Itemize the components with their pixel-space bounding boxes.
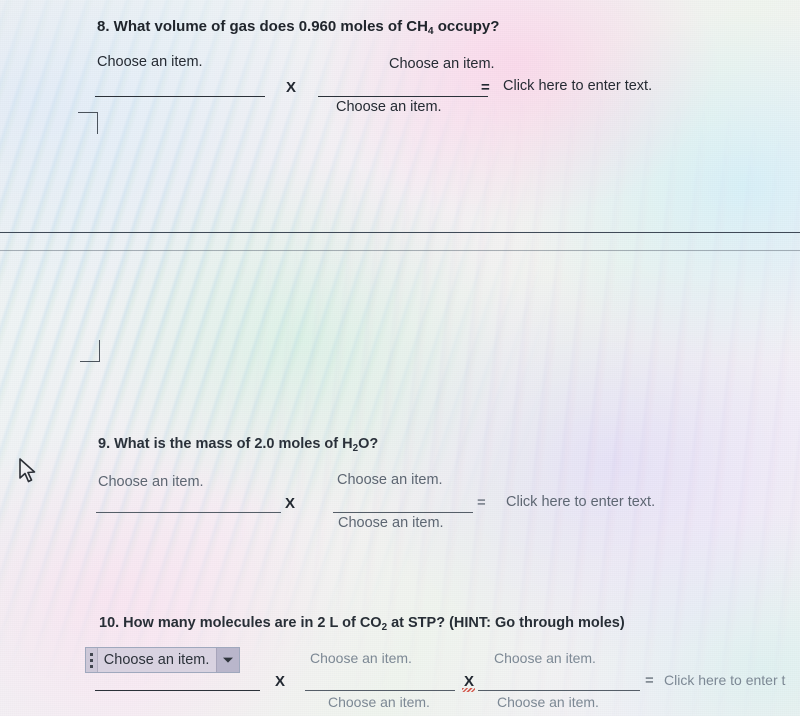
- q10-numerator-mid-placeholder[interactable]: Choose an item.: [310, 650, 412, 666]
- q8-denominator-right-placeholder[interactable]: Choose an item.: [336, 99, 442, 115]
- section-break-line-lower: [0, 250, 800, 251]
- q10-multiply-operator-1: X: [275, 673, 286, 690]
- q9-fraction-rule-left: [96, 512, 281, 513]
- spellcheck-squiggle: [462, 688, 475, 692]
- q10-equals-operator: =: [645, 672, 654, 689]
- q9-numerator-right-placeholder[interactable]: Choose an item.: [337, 472, 443, 488]
- question-10-prompt: 10. How many molecules are in 2 L of CO2…: [99, 615, 625, 633]
- section-break-line-upper: [0, 232, 800, 233]
- q10-fraction-rule-left: [95, 690, 260, 691]
- q9-denominator-right-placeholder[interactable]: Choose an item.: [338, 515, 444, 531]
- question-9-text-after: O?: [358, 436, 379, 452]
- q10-fraction-rule-mid: [305, 690, 455, 691]
- q9-fraction-rule-right: [333, 512, 473, 513]
- q10-denominator-right-placeholder[interactable]: Choose an item.: [497, 694, 599, 710]
- q10-dropdown-content-control[interactable]: Choose an item.: [85, 647, 240, 673]
- question-8-text-after: occupy?: [433, 18, 500, 35]
- q9-equals-operator: =: [477, 494, 486, 511]
- q8-fraction-rule-right: [318, 96, 488, 97]
- q8-equals-operator: =: [481, 79, 490, 96]
- q8-numerator-left-placeholder[interactable]: Choose an item.: [97, 54, 203, 70]
- mouse-cursor: [18, 458, 40, 486]
- q10-numerator-right-placeholder[interactable]: Choose an item.: [494, 650, 596, 666]
- text-boundary-corner-mark-middle: [80, 340, 100, 362]
- q8-numerator-right-placeholder[interactable]: Choose an item.: [389, 56, 495, 72]
- q10-result-placeholder[interactable]: Click here to enter t: [664, 672, 785, 688]
- question-9-prompt: 9. What is the mass of 2.0 moles of H2O?: [98, 436, 378, 454]
- q10-fraction-rule-right: [478, 690, 640, 691]
- q10-dropdown-value[interactable]: Choose an item.: [98, 648, 217, 672]
- q8-fraction-rule-left: [95, 96, 265, 97]
- question-9-text-before: 9. What is the mass of 2.0 moles of H: [98, 436, 353, 452]
- q9-numerator-left-placeholder[interactable]: Choose an item.: [98, 474, 204, 490]
- q9-result-placeholder[interactable]: Click here to enter text.: [506, 494, 655, 510]
- document-content: 8. What volume of gas does 0.960 moles o…: [0, 0, 800, 716]
- question-8-prompt: 8. What volume of gas does 0.960 moles o…: [97, 18, 499, 37]
- question-10-text-after: at STP? (HINT: Go through moles): [387, 615, 625, 631]
- content-control-drag-handle[interactable]: [86, 648, 98, 672]
- q10-denominator-mid-placeholder[interactable]: Choose an item.: [328, 694, 430, 710]
- q8-result-placeholder[interactable]: Click here to enter text.: [503, 78, 652, 94]
- q8-multiply-operator: X: [286, 79, 297, 96]
- text-boundary-corner-mark-top: [78, 112, 98, 134]
- question-8-text-before: 8. What volume of gas does 0.960 moles o…: [97, 18, 428, 35]
- chevron-down-icon[interactable]: [216, 648, 239, 672]
- photographed-document: 8. What volume of gas does 0.960 moles o…: [0, 0, 800, 716]
- question-10-text-before: 10. How many molecules are in 2 L of CO: [99, 615, 382, 631]
- q9-multiply-operator: X: [285, 495, 296, 512]
